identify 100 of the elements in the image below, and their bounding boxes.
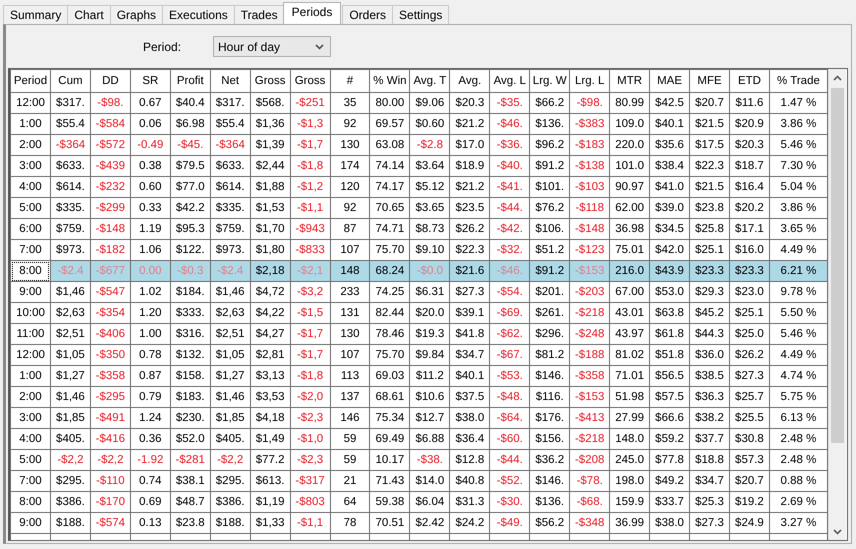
column-header[interactable]: Lrg. W [530,70,570,92]
row-header-cell: 3:00 [10,408,50,428]
table-cell: $57.5 [650,386,690,408]
table-cell: -$41. [490,176,530,198]
tab[interactable]: Periods [282,2,342,24]
table-cell: 101.0 [610,156,650,176]
table-cell: 174 [330,156,370,176]
chevron-down-icon [833,528,842,534]
table-cell: $230. [170,408,210,428]
table-cell: -$1,1 [290,512,330,534]
table-cell: $55.4 [50,114,90,134]
table-cell: -$299 [90,198,130,218]
column-header[interactable]: Net [210,70,250,92]
table-cell: $3,13 [250,366,290,386]
table-cell: $335. [50,198,90,218]
tab[interactable]: Summary [3,5,68,24]
table-cell: $184. [170,282,210,302]
column-header[interactable]: Avg. L [490,70,530,92]
table-cell: -$69. [490,302,530,324]
table-cell: -$1,0 [290,428,330,450]
table-cell: $20.0 [410,302,450,324]
table-cell: $17.1 [729,218,770,240]
table-cell: -$218 [570,428,610,450]
period-dropdown[interactable]: Hour of day [213,36,331,57]
table-cell: -$413 [570,408,610,428]
table-cell: $405. [50,428,90,450]
column-header[interactable]: SR [130,70,170,92]
column-header[interactable]: # [330,70,370,92]
tab[interactable]: Orders [342,5,394,24]
column-header[interactable]: MTR [610,70,650,92]
table-cell: -$677 [90,260,130,282]
table-cell: $386. [50,492,90,512]
column-header[interactable]: Period [10,70,50,92]
column-header[interactable]: % Trade [769,70,828,92]
table-cell: $6.98 [170,114,210,134]
table-cell: -$416 [90,428,130,450]
table-cell: 0.38 [130,156,170,176]
table-cell: -$281 [170,450,210,470]
table-cell: $101. [530,176,570,198]
table-cell: -$203 [570,282,610,302]
row-header-cell: 1:00 [10,114,50,134]
table-cell: -$2,2 [90,450,130,470]
table-cell: 69.03 [370,366,410,386]
table-cell: -$354 [90,302,130,324]
column-header[interactable]: Avg. T [410,70,450,92]
table-cell: -$98. [90,92,130,114]
table-cell: $2,63 [50,302,90,324]
column-header[interactable]: Profit [170,70,210,92]
table-cell: $23.0 [729,282,770,302]
table-cell: $66.6 [650,408,690,428]
table-cell: $1,36 [250,114,290,134]
table-cell: 1.19 [130,218,170,240]
row-header-cell: 2:00 [10,134,50,156]
table-cell: $146. [530,470,570,492]
table-cell: -$364 [50,134,90,156]
table-cell: -$2,3 [290,408,330,428]
table-cell: -$358 [570,366,610,386]
table-cell: $24.9 [729,512,770,534]
table-cell: $25.5 [729,408,770,428]
scrollbar[interactable] [828,69,846,540]
table-cell: $23.5 [450,198,490,218]
column-header[interactable]: Cum [50,70,90,92]
tab[interactable]: Settings [392,5,450,24]
table-cell: $91.2 [530,156,570,176]
table-cell: 80.99 [610,92,650,114]
table-cell: -$348 [570,512,610,534]
table-cell: $158. [170,366,210,386]
table-cell: 70.51 [370,512,410,534]
column-header[interactable]: DD [90,70,130,92]
table-cell: $1,85 [50,408,90,428]
table-cell: $25.8 [690,218,730,240]
scroll-thumb[interactable] [831,88,844,443]
table-cell: -$2,3 [290,450,330,470]
column-header[interactable]: MFE [690,70,730,92]
table-cell: $3.65 [410,198,450,218]
column-header[interactable]: Avg. [450,70,490,92]
table-cell: -$584 [90,114,130,134]
table-cell: -$170 [90,492,130,512]
table-cell: $38.5 [690,366,730,386]
table-cell: $2,18 [250,260,290,282]
tab[interactable]: Graphs [110,5,164,24]
table-cell: $201. [530,282,570,302]
table-cell: $49.2 [650,470,690,492]
column-header[interactable]: MAE [650,70,690,92]
column-header[interactable]: Gross [250,70,290,92]
table-cell: $20.7 [690,92,730,114]
table-cell: $52.0 [170,428,210,450]
table-cell: -$30. [490,492,530,512]
table-cell: $30.8 [729,428,770,450]
table-cell: $10.6 [410,386,450,408]
column-header[interactable]: % Win [370,70,410,92]
table-cell: $633. [50,156,90,176]
table-cell: 0.67 [130,92,170,114]
column-header[interactable]: ETD [729,70,770,92]
table-cell: $16.4 [729,176,770,198]
table-cell: 146 [330,408,370,428]
table-cell: $146. [530,366,570,386]
column-header[interactable]: Lrg. L [570,70,610,92]
column-header[interactable]: Gross [290,70,330,92]
table-cell: -$0.0 [410,260,450,282]
